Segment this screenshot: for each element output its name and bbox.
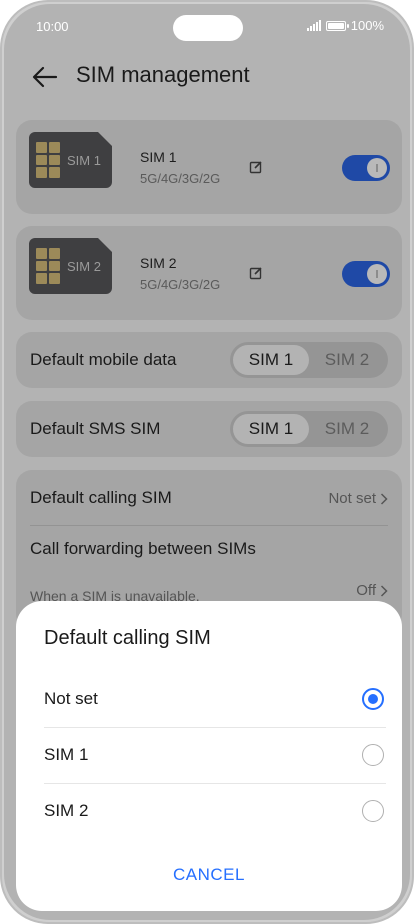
radio-unselected-icon[interactable] — [362, 744, 384, 766]
sim-card-image: SIM 1 — [29, 132, 112, 188]
sim-chip-icon — [36, 142, 60, 178]
edit-icon[interactable] — [249, 160, 263, 174]
radio-unselected-icon[interactable] — [362, 800, 384, 822]
call-forwarding-label: Call forwarding between SIMs — [30, 539, 256, 558]
option-label: SIM 2 — [44, 801, 89, 820]
dialog-option-sim1[interactable]: SIM 1 — [32, 728, 386, 784]
page-title: SIM management — [76, 62, 250, 87]
sim-2-toggle[interactable] — [342, 261, 390, 287]
default-calling-value-text: Not set — [328, 490, 376, 507]
dialog-option-sim2[interactable]: SIM 2 — [32, 784, 386, 840]
dialog-title: Default calling SIM — [44, 627, 211, 649]
sim-name: SIM 1 — [140, 149, 177, 165]
sim-card-image: SIM 2 — [29, 238, 112, 294]
mobile-data-sim2-option[interactable]: SIM 2 — [309, 345, 385, 375]
sim-1-toggle[interactable] — [342, 155, 390, 181]
default-mobile-data-row: Default mobile data SIM 1 SIM 2 — [16, 332, 402, 388]
sim-network-types: 5G/4G/3G/2G — [140, 277, 221, 292]
sms-sim2-option[interactable]: SIM 2 — [309, 414, 385, 444]
status-time: 10:00 — [36, 19, 69, 34]
dialog-option-not-set[interactable]: Not set — [32, 672, 386, 728]
phone-frame: 10:00 100% SIM management SIM 1 SIM 1 5G… — [0, 0, 414, 924]
camera-notch — [173, 15, 243, 41]
default-mobile-data-selector: SIM 1 SIM 2 — [230, 342, 388, 378]
default-mobile-data-label: Default mobile data — [30, 350, 177, 369]
default-sms-selector: SIM 1 SIM 2 — [230, 411, 388, 447]
default-calling-row[interactable]: Default calling SIM Not set — [16, 470, 402, 526]
chevron-right-icon — [380, 584, 388, 597]
mobile-data-sim1-option[interactable]: SIM 1 — [233, 345, 309, 375]
cancel-button[interactable]: CANCEL — [16, 865, 402, 885]
default-calling-value: Not set — [328, 490, 388, 507]
sim-image-label: SIM 1 — [67, 153, 101, 168]
status-indicators: 100% — [306, 18, 384, 33]
battery-icon — [325, 20, 349, 31]
battery-percent: 100% — [350, 18, 384, 33]
option-label: Not set — [44, 689, 98, 708]
sim-network-types: 5G/4G/3G/2G — [140, 171, 221, 186]
call-forwarding-value: Off — [356, 582, 388, 599]
sms-sim1-option[interactable]: SIM 1 — [233, 414, 309, 444]
sim-chip-icon — [36, 248, 60, 284]
radio-selected-icon[interactable] — [362, 688, 384, 710]
call-forwarding-value-text: Off — [356, 582, 376, 599]
option-label: SIM 1 — [44, 745, 89, 764]
sim-image-label: SIM 2 — [67, 259, 101, 274]
chevron-right-icon — [380, 492, 388, 505]
arrow-left-icon[interactable] — [30, 62, 60, 92]
edit-icon[interactable] — [249, 266, 263, 280]
sim-card-2[interactable]: SIM 2 SIM 2 5G/4G/3G/2G — [16, 226, 402, 320]
screen: 10:00 100% SIM management SIM 1 SIM 1 5G… — [4, 4, 410, 920]
signal-icon — [306, 20, 321, 31]
default-sms-row: Default SMS SIM SIM 1 SIM 2 — [16, 401, 402, 457]
sim-name: SIM 2 — [140, 255, 177, 271]
default-sms-label: Default SMS SIM — [30, 419, 161, 438]
default-calling-label: Default calling SIM — [30, 488, 172, 507]
sim-card-1[interactable]: SIM 1 SIM 1 5G/4G/3G/2G — [16, 120, 402, 214]
default-calling-sim-dialog: Default calling SIM Not set SIM 1 SIM 2 … — [16, 601, 402, 911]
